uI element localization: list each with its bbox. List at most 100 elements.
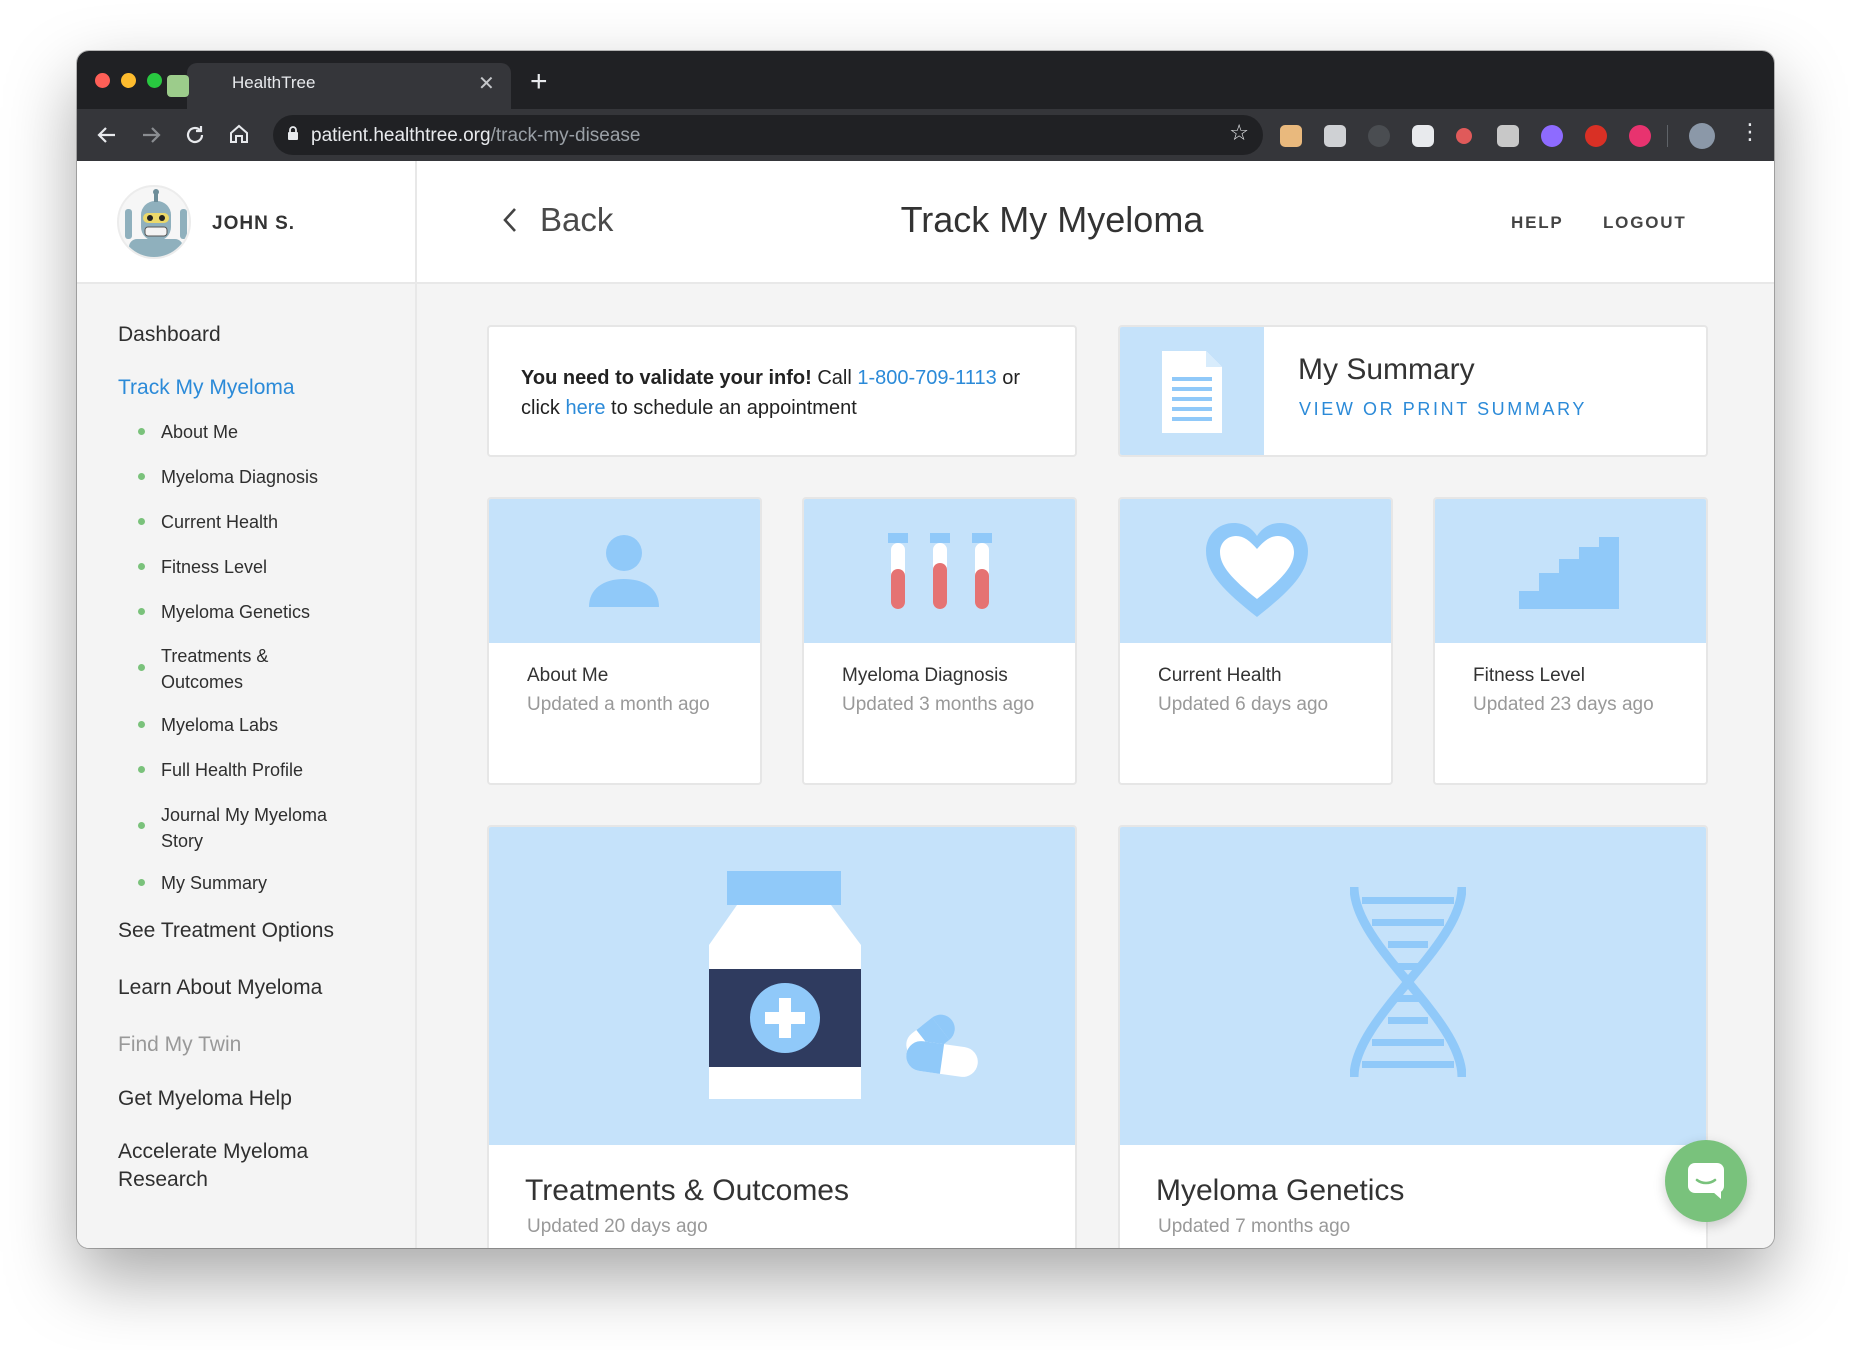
tile-title: About Me — [527, 665, 609, 686]
summary-icon-band — [1120, 327, 1264, 455]
here-link[interactable]: here — [565, 397, 605, 419]
extension-icon-7[interactable] — [1541, 125, 1563, 147]
extension-icon-3[interactable] — [1368, 125, 1390, 147]
back-arrow-icon[interactable] — [95, 123, 119, 147]
chevron-left-icon — [503, 208, 516, 232]
alert-text: You need to validate your info! Call 1-8… — [521, 367, 1021, 419]
tile-fitness-level[interactable]: Fitness Level Updated 23 days ago — [1433, 497, 1708, 785]
bullet-icon — [138, 428, 145, 435]
sub-item-current-health[interactable]: Current Health — [161, 509, 381, 535]
extension-icon-5[interactable] — [1456, 128, 1472, 144]
bullet-icon — [138, 879, 145, 886]
summary-title: My Summary — [1298, 353, 1475, 386]
tab-title: HealthTree — [232, 73, 316, 92]
tile-current-health[interactable]: Current Health Updated 6 days ago — [1118, 497, 1393, 785]
pocket-icon[interactable] — [1412, 125, 1434, 147]
close-window-button[interactable] — [95, 73, 110, 88]
sub-item-treatments-outcomes[interactable]: Treatments & Outcomes — [161, 643, 301, 695]
tile-image — [1120, 499, 1391, 643]
tile-about-me[interactable]: About Me Updated a month ago — [487, 497, 762, 785]
bullet-icon — [138, 664, 145, 671]
tile-myeloma-diagnosis[interactable]: Myeloma Diagnosis Updated 3 months ago — [802, 497, 1077, 785]
tile-title: Myeloma Diagnosis — [842, 665, 1008, 686]
sub-item-myeloma-labs[interactable]: Myeloma Labs — [161, 712, 381, 738]
browser-window: HealthTree ✕ + patient.healthtree.org/tr… — [77, 51, 1774, 1248]
extension-icon-1[interactable] — [1280, 125, 1302, 147]
adblock-icon[interactable] — [1585, 125, 1607, 147]
phone-link[interactable]: 1-800-709-1113 — [857, 367, 996, 389]
tile-updated: Updated 6 days ago — [1158, 694, 1329, 715]
help-link[interactable]: HELP — [1511, 213, 1564, 233]
url-text: patient.healthtree.org/track-my-disease — [311, 125, 641, 146]
bullet-icon — [138, 608, 145, 615]
sidebar: Dashboard Track My Myeloma About Me Myel… — [77, 284, 417, 1248]
my-summary-card[interactable]: My Summary VIEW OR PRINT SUMMARY — [1118, 325, 1708, 457]
tile-title: Current Health — [1158, 665, 1282, 686]
logout-link[interactable]: LOGOUT — [1603, 213, 1687, 233]
extension-icon-6[interactable] — [1497, 125, 1519, 147]
card-treatments-outcomes[interactable]: Treatments & Outcomes Updated 20 days ag… — [487, 825, 1077, 1248]
nav-find-my-twin[interactable]: Find My Twin — [118, 1031, 241, 1059]
bullet-icon — [138, 563, 145, 570]
test-tubes-icon — [888, 533, 992, 609]
favicon-icon — [167, 75, 189, 97]
address-bar[interactable]: patient.healthtree.org/track-my-disease … — [273, 115, 1263, 155]
new-tab-icon[interactable]: + — [530, 65, 548, 99]
user-block: JOHN S. — [77, 161, 417, 284]
bullet-icon — [138, 721, 145, 728]
home-icon[interactable] — [227, 122, 251, 146]
chat-icon — [1688, 1163, 1724, 1199]
tab-close-icon[interactable]: ✕ — [478, 71, 495, 96]
avatar[interactable] — [117, 185, 191, 259]
sub-item-fitness-level[interactable]: Fitness Level — [161, 554, 381, 580]
chat-button[interactable] — [1665, 1140, 1747, 1222]
page: JOHN S. Back Track My Myeloma HELP LOGOU… — [77, 161, 1774, 1248]
bullet-icon — [138, 822, 145, 829]
sub-item-about-me[interactable]: About Me — [161, 419, 381, 445]
reload-icon[interactable] — [183, 123, 207, 147]
minimize-window-button[interactable] — [121, 73, 136, 88]
profile-avatar[interactable] — [1689, 123, 1715, 149]
browser-toolbar: patient.healthtree.org/track-my-disease … — [77, 109, 1774, 161]
maximize-window-button[interactable] — [147, 73, 162, 88]
tile-updated: Updated 23 days ago — [1473, 694, 1654, 715]
sub-item-journal[interactable]: Journal My Myeloma Story — [161, 802, 361, 854]
extension-icon-9[interactable] — [1629, 125, 1651, 147]
nav-dashboard[interactable]: Dashboard — [118, 321, 221, 349]
card-title: Myeloma Genetics — [1156, 1174, 1405, 1207]
nav-accelerate-research[interactable]: Accelerate Myeloma Research — [118, 1138, 348, 1194]
page-title: Track My Myeloma — [900, 199, 1204, 240]
dna-icon — [1350, 887, 1466, 1077]
sub-item-myeloma-genetics[interactable]: Myeloma Genetics — [161, 599, 381, 625]
card-title: Treatments & Outcomes — [525, 1174, 849, 1207]
back-button[interactable]: Back — [500, 201, 613, 239]
stairs-icon — [1519, 537, 1619, 609]
nav-track-my-myeloma[interactable]: Track My Myeloma — [118, 374, 295, 402]
back-label: Back — [540, 201, 614, 238]
bookmark-star-icon[interactable]: ☆ — [1229, 120, 1249, 146]
tile-title: Fitness Level — [1473, 665, 1585, 686]
sub-item-myeloma-diagnosis[interactable]: Myeloma Diagnosis — [161, 464, 381, 490]
tile-updated: Updated a month ago — [527, 694, 710, 715]
nav-get-myeloma-help[interactable]: Get Myeloma Help — [118, 1085, 292, 1113]
sub-item-my-summary[interactable]: My Summary — [161, 870, 381, 896]
sub-item-full-health-profile[interactable]: Full Health Profile — [161, 757, 381, 783]
medicine-bottle-icon — [709, 871, 978, 1099]
card-image — [1120, 827, 1706, 1145]
view-print-summary-link[interactable]: VIEW OR PRINT SUMMARY — [1299, 399, 1587, 420]
menu-dots-icon[interactable]: ⋮ — [1739, 117, 1761, 147]
lock-icon — [288, 126, 298, 140]
robot-avatar-icon — [125, 189, 187, 257]
tile-image — [489, 499, 760, 643]
forward-arrow-icon[interactable] — [139, 123, 163, 147]
bullet-icon — [138, 518, 145, 525]
nav-see-treatment-options[interactable]: See Treatment Options — [118, 917, 334, 945]
bullet-icon — [138, 473, 145, 480]
nav-learn-about-myeloma[interactable]: Learn About Myeloma — [118, 974, 322, 1002]
tile-image — [1435, 499, 1706, 643]
card-myeloma-genetics[interactable]: Myeloma Genetics Updated 7 months ago — [1118, 825, 1708, 1248]
page-header: JOHN S. Back Track My Myeloma HELP LOGOU… — [77, 161, 1774, 284]
extension-icon-2[interactable] — [1324, 125, 1346, 147]
tile-updated: Updated 3 months ago — [842, 694, 1035, 715]
tab-bar: HealthTree ✕ + — [77, 51, 1774, 109]
